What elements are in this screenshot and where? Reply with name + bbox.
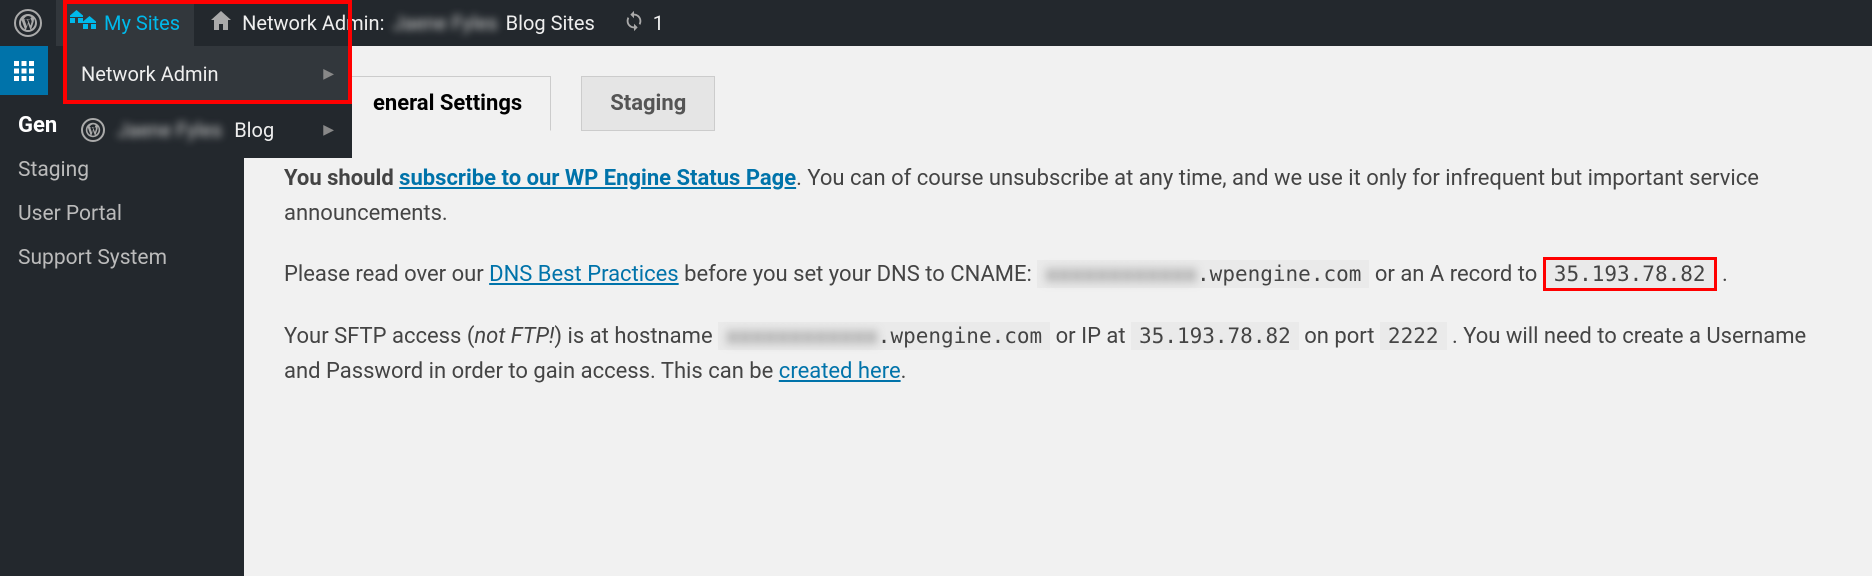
- my-sites-menu[interactable]: My Sites: [56, 0, 194, 46]
- chevron-right-icon: ▶: [323, 122, 334, 138]
- sidebar-item-user-portal[interactable]: User Portal: [0, 192, 244, 236]
- paragraph-sftp: Your SFTP access (not FTP!) is at hostna…: [284, 319, 1832, 389]
- tabs-nav: eneral Settings Staging: [344, 76, 1832, 131]
- network-admin-site[interactable]: Network Admin: Jaene Fyles Blog Sites: [194, 0, 609, 46]
- link-created-here[interactable]: created here: [779, 359, 901, 384]
- wordpress-logo-icon: [14, 9, 42, 37]
- wpengine-menu-icon[interactable]: [0, 46, 48, 95]
- multisite-icon: [70, 10, 96, 37]
- wp-logo-button[interactable]: [0, 0, 56, 46]
- sftp-ip: 35.193.78.82: [1131, 322, 1299, 350]
- blog-sites-label: Blog Sites: [506, 11, 595, 35]
- blurred-name: Jaene Fyles: [392, 11, 497, 35]
- link-dns-best-practices[interactable]: DNS Best Practices: [489, 262, 679, 287]
- blurred-blog-name: Jaene Fyles: [117, 118, 222, 142]
- ip-address-highlighted: 35.193.78.82: [1543, 257, 1717, 291]
- admin-bar: My Sites Network Admin: Jaene Fyles Blog…: [0, 0, 1872, 46]
- my-sites-label: My Sites: [104, 11, 180, 35]
- paragraph-status-page: You should subscribe to our WP Engine St…: [284, 161, 1832, 231]
- dropdown-blog-item[interactable]: Jaene Fyles Blog ▶: [63, 102, 352, 158]
- dropdown-network-admin[interactable]: Network Admin ▶: [63, 46, 352, 102]
- refresh-count: 1: [653, 11, 664, 35]
- blurred-hostname: xxxxxxxxxxxx: [726, 320, 878, 354]
- network-admin-label: Network Admin:: [242, 11, 384, 35]
- sidebar-item-support-system[interactable]: Support System: [0, 236, 244, 280]
- paragraph-dns: Please read over our DNS Best Practices …: [284, 257, 1832, 292]
- refresh-button[interactable]: 1: [609, 0, 678, 46]
- blurred-hostname: xxxxxxxxxxxx: [1045, 258, 1197, 292]
- tab-general-settings[interactable]: eneral Settings: [344, 76, 551, 131]
- my-sites-dropdown: Network Admin ▶ Jaene Fyles Blog ▶: [63, 46, 352, 158]
- content-body: You should subscribe to our WP Engine St…: [284, 161, 1832, 389]
- home-icon: [208, 9, 234, 38]
- network-admin-text: Network Admin: [81, 62, 219, 86]
- tab-staging[interactable]: Staging: [581, 76, 715, 131]
- main-content: eneral Settings Staging You should subsc…: [244, 46, 1872, 445]
- blog-suffix: Blog: [234, 118, 274, 142]
- wordpress-logo-icon: [81, 118, 105, 142]
- refresh-icon: [623, 10, 645, 37]
- chevron-right-icon: ▶: [323, 66, 334, 82]
- sftp-port: 2222: [1380, 322, 1447, 350]
- link-status-page[interactable]: subscribe to our WP Engine Status Page: [399, 166, 796, 191]
